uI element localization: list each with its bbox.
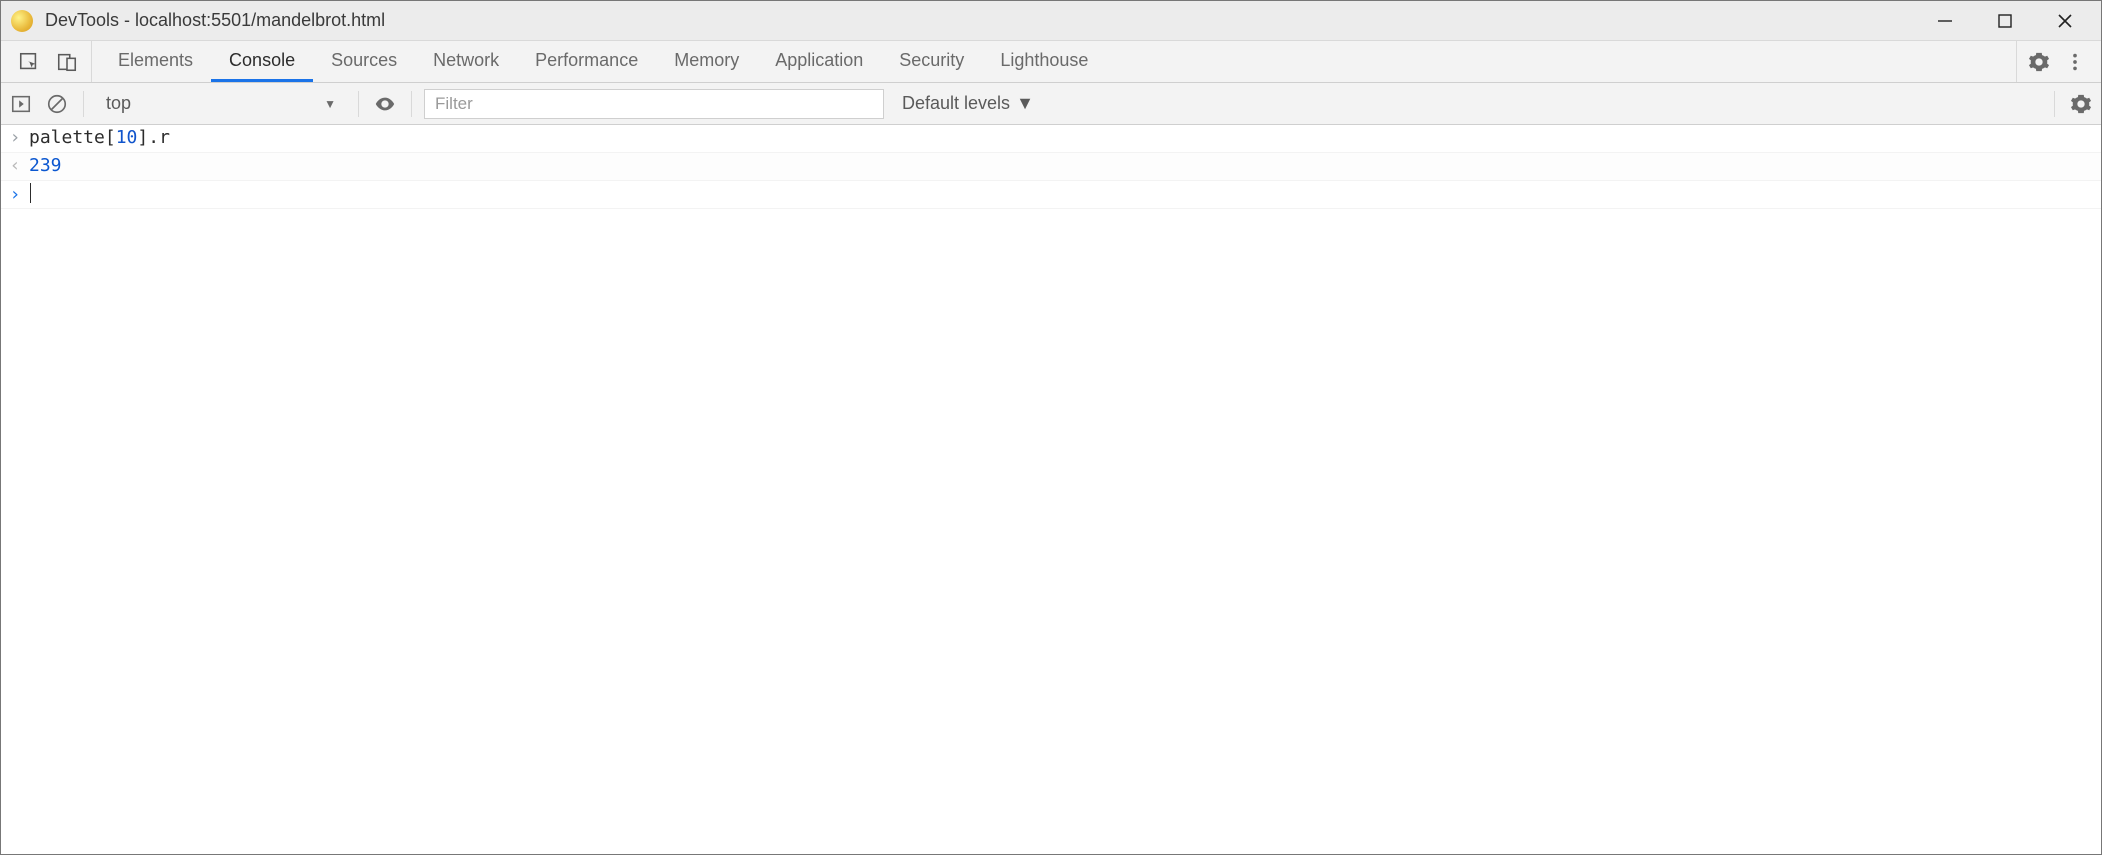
live-expression-button[interactable] — [371, 90, 399, 118]
console-output[interactable]: ›palette[10].r‹239 › — [1, 125, 2101, 854]
console-line: 239 — [29, 155, 2101, 176]
window-close-button[interactable] — [2035, 1, 2095, 41]
tab-application[interactable]: Application — [757, 41, 881, 82]
gear-icon — [2070, 93, 2092, 115]
kebab-icon — [2064, 51, 2086, 73]
console-input-row: ›palette[10].r — [1, 125, 2101, 153]
tab-network[interactable]: Network — [415, 41, 517, 82]
eye-icon — [374, 93, 396, 115]
minimize-icon — [1937, 13, 1953, 29]
output-chevron-icon: ‹ — [1, 155, 29, 176]
window-title: DevTools - localhost:5501/mandelbrot.htm… — [45, 10, 1915, 31]
window-maximize-button[interactable] — [1975, 1, 2035, 41]
clear-icon — [46, 93, 68, 115]
log-levels-selector[interactable]: Default levels ▼ — [892, 93, 1044, 114]
close-icon — [2057, 13, 2073, 29]
console-toolbar: top ▼ Default levels ▼ — [1, 83, 2101, 125]
prompt-chevron-icon: › — [1, 184, 29, 205]
tab-elements[interactable]: Elements — [100, 41, 211, 82]
inspect-tools — [5, 41, 92, 82]
context-selector[interactable]: top ▼ — [96, 89, 346, 119]
inspect-icon — [18, 51, 40, 73]
console-prompt-row[interactable]: › — [1, 181, 2101, 209]
devtools-right-tools — [2016, 41, 2097, 82]
divider — [411, 91, 412, 117]
tab-sources[interactable]: Sources — [313, 41, 415, 82]
devtools-app-icon — [11, 10, 33, 32]
tab-console[interactable]: Console — [211, 41, 313, 82]
console-line: palette[10].r — [29, 127, 2101, 148]
device-toolbar-button[interactable] — [53, 48, 81, 76]
tab-performance[interactable]: Performance — [517, 41, 656, 82]
sidebar-icon — [10, 93, 32, 115]
maximize-icon — [1997, 13, 2013, 29]
devtools-tabs-row: Elements Console Sources Network Perform… — [1, 41, 2101, 83]
divider — [2054, 91, 2055, 117]
gear-icon — [2028, 51, 2050, 73]
tab-security[interactable]: Security — [881, 41, 982, 82]
more-button[interactable] — [2061, 48, 2089, 76]
toggle-sidebar-button[interactable] — [7, 90, 35, 118]
devtools-tabs: Elements Console Sources Network Perform… — [92, 41, 2016, 82]
tab-lighthouse[interactable]: Lighthouse — [982, 41, 1106, 82]
divider — [358, 91, 359, 117]
divider — [83, 91, 84, 117]
devtools-window: DevTools - localhost:5501/mandelbrot.htm… — [0, 0, 2102, 855]
text-cursor — [30, 183, 31, 203]
titlebar: DevTools - localhost:5501/mandelbrot.htm… — [1, 1, 2101, 41]
select-element-button[interactable] — [15, 48, 43, 76]
window-minimize-button[interactable] — [1915, 1, 1975, 41]
context-label: top — [106, 93, 131, 114]
console-result-row: ‹239 — [1, 153, 2101, 181]
chevron-down-icon: ▼ — [1016, 93, 1034, 114]
tab-memory[interactable]: Memory — [656, 41, 757, 82]
clear-console-button[interactable] — [43, 90, 71, 118]
console-settings-button[interactable] — [2067, 90, 2095, 118]
chevron-down-icon: ▼ — [324, 97, 336, 111]
settings-button[interactable] — [2025, 48, 2053, 76]
input-chevron-icon: › — [1, 127, 29, 148]
levels-label: Default levels — [902, 93, 1010, 114]
console-input[interactable] — [29, 183, 2101, 205]
device-icon — [56, 51, 78, 73]
filter-input[interactable] — [424, 89, 884, 119]
